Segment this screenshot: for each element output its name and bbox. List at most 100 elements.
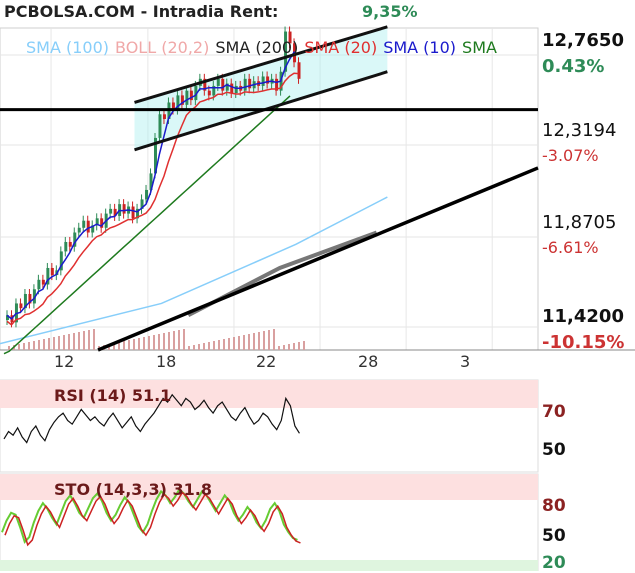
volume-bar	[298, 342, 300, 350]
chart-title: PCBOLSA.COM - Intradia Rent:	[4, 2, 279, 21]
candle-body	[19, 303, 23, 309]
volume-bar	[303, 341, 305, 350]
sto-level-20: 20	[542, 553, 566, 573]
volume-bar	[273, 329, 275, 350]
candle-body	[207, 90, 211, 96]
price-label-2: 11,8705	[542, 212, 617, 233]
legend-sma10: SMA (10)	[383, 38, 457, 57]
volume-bar	[208, 342, 210, 350]
volume-bar	[93, 329, 95, 350]
legend: SMA (100) BOLL (20,2) SMA (200) SMA (20) SMA…	[26, 38, 503, 57]
sto-level-80: 80	[542, 496, 566, 516]
volume-bar	[288, 344, 290, 350]
volume-bar	[23, 343, 25, 350]
candle-body	[221, 78, 225, 91]
candle-body	[122, 204, 126, 214]
volume-bar	[78, 332, 80, 350]
pct-label-2: -6.61%	[542, 238, 599, 257]
volume-bar	[228, 338, 230, 350]
volume-bar	[128, 340, 130, 350]
volume-bar	[28, 342, 30, 350]
volume-bar	[233, 337, 235, 350]
candle-body	[82, 220, 86, 228]
price-label-0: 12,7650	[542, 30, 624, 51]
legend-sma20: SMA (20)	[304, 38, 378, 57]
legend-sma200: SMA (200)	[215, 38, 299, 57]
x-label-22: 22	[256, 352, 277, 371]
volume-bar	[178, 330, 180, 350]
candle-body	[243, 78, 247, 91]
rsi-level-50: 50	[542, 440, 566, 460]
price-label-1: 12,3194	[542, 120, 617, 141]
volume-bar	[138, 338, 140, 350]
volume-bar	[163, 333, 165, 350]
volume-bar	[263, 331, 265, 350]
candle-body	[68, 241, 72, 247]
candle-body	[261, 76, 265, 86]
volume-bar	[68, 334, 70, 350]
volume-bar	[188, 346, 190, 350]
candle-body	[64, 241, 68, 252]
legend-boll: BOLL (20,2)	[115, 38, 210, 57]
legend-sma: SMA	[462, 38, 497, 57]
rsi-label: RSI (14) 51.1	[54, 386, 172, 405]
volume-bar	[218, 340, 220, 350]
rsi-level-70: 70	[542, 402, 566, 422]
candle-body	[248, 78, 252, 89]
volume-bar	[253, 333, 255, 350]
volume-bar	[193, 345, 195, 350]
legend-sma100: SMA (100)	[26, 38, 110, 57]
sto-oversold-zone	[0, 560, 538, 571]
volume-bar	[173, 331, 175, 350]
volume-bar	[153, 335, 155, 350]
candle-body	[216, 78, 220, 86]
volume-bar	[58, 336, 60, 350]
volume-bar	[148, 336, 150, 350]
pct-label-3: -10.15%	[542, 332, 625, 353]
volume-bar	[183, 329, 185, 350]
volume-bar	[8, 346, 10, 350]
candle-body	[162, 114, 166, 120]
x-label-3: 3	[460, 352, 471, 371]
volume-bar	[158, 334, 160, 350]
volume-bar	[198, 344, 200, 350]
volume-bar	[38, 340, 40, 350]
candle-body	[50, 267, 54, 276]
candle-body	[185, 90, 189, 105]
volume-bar	[213, 341, 215, 350]
pct-label-0: 0.43%	[542, 56, 605, 77]
sto-level-50: 50	[542, 526, 566, 546]
volume-bar	[48, 338, 50, 350]
volume-bar	[18, 344, 20, 350]
rent-value: 9,35%	[362, 2, 418, 21]
volume-bar	[143, 337, 145, 350]
candle-body	[86, 220, 90, 233]
volume-bar	[43, 339, 45, 350]
x-label-28: 28	[358, 352, 379, 371]
candle-body	[297, 62, 301, 79]
volume-bar	[223, 339, 225, 350]
volume-bar	[258, 332, 260, 350]
candle-body	[77, 227, 81, 233]
candle-body	[109, 208, 113, 214]
volume-bar	[293, 343, 295, 350]
candle-body	[158, 114, 162, 138]
volume-bar	[53, 337, 55, 350]
candle-body	[41, 279, 45, 285]
candle-body	[145, 189, 149, 200]
volume-bar	[203, 343, 205, 350]
volume-bar	[243, 335, 245, 350]
volume-bar	[73, 333, 75, 350]
candle-body	[131, 206, 135, 219]
volume-bar	[133, 339, 135, 350]
volume-bar	[248, 334, 250, 350]
price-label-3: 11,4200	[542, 306, 624, 327]
x-label-18: 18	[156, 352, 177, 371]
volume-bar	[268, 330, 270, 350]
sto-label: STO (14,3,3) 31.8	[54, 480, 212, 499]
volume-bar	[63, 335, 65, 350]
x-label-12: 12	[54, 352, 75, 371]
volume-bar	[168, 332, 170, 350]
volume-bar	[283, 345, 285, 350]
volume-bar	[238, 336, 240, 350]
